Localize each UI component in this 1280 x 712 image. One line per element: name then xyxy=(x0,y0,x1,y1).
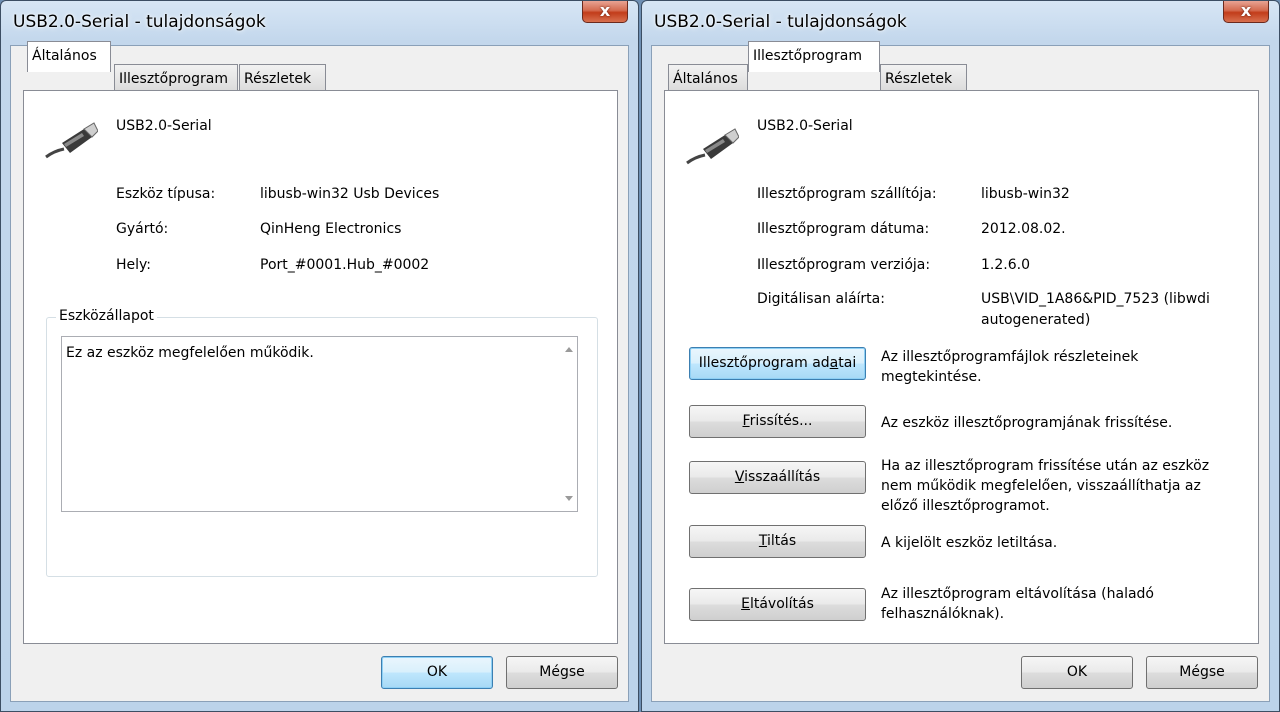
desc-line: nem működik megfelelően, visszaállíthatj… xyxy=(881,478,1201,494)
prop-label-provider: Illesztőprogram szállítója: xyxy=(757,186,937,202)
tab-details[interactable]: Részletek xyxy=(239,64,326,90)
close-button[interactable]: x xyxy=(582,1,628,23)
tab-panel: USB2.0-Serial Illesztőprogram szállítója… xyxy=(664,90,1259,644)
scroll-down-arrow-icon[interactable] xyxy=(565,496,573,501)
close-button[interactable]: x xyxy=(1223,1,1269,23)
left-properties-window: USB2.0-Serial - tulajdonságok x Általáno… xyxy=(0,0,639,712)
scroll-up-arrow-icon[interactable] xyxy=(565,347,573,352)
dialog-client: Általános Illesztőprogram Részletek USB2… xyxy=(10,41,629,702)
button-label: rissítés... xyxy=(749,413,813,429)
roll-back-driver-desc: Ha az illesztőprogram frissítése után az… xyxy=(881,456,1209,516)
title-bar[interactable]: USB2.0-Serial - tulajdonságok x xyxy=(642,1,1279,45)
tab-driver[interactable]: Illesztőprogram xyxy=(748,41,880,72)
update-driver-button[interactable]: Frissítés... xyxy=(689,405,866,438)
button-label: ltávolítás xyxy=(749,596,814,612)
button-accel: F xyxy=(742,413,750,429)
disable-device-button[interactable]: Tiltás xyxy=(689,525,866,558)
status-textbox[interactable]: Ez az eszköz megfelelően működik. xyxy=(61,336,578,512)
desc-line: felhasználóknak). xyxy=(881,606,1005,622)
desc-line: Ha az illesztőprogram frissítése után az… xyxy=(881,458,1210,474)
prop-label-type: Eszköz típusa: xyxy=(116,186,216,202)
desc-line: A kijelölt eszköz letiltása. xyxy=(881,535,1058,551)
group-label: Eszközállapot xyxy=(56,308,157,324)
close-icon: x xyxy=(1240,1,1252,20)
prop-label-manufacturer: Gyártó: xyxy=(116,221,169,237)
button-label: isszaállítás xyxy=(744,469,821,485)
prop-label-date: Illesztőprogram dátuma: xyxy=(757,221,930,237)
ok-button[interactable]: OK xyxy=(381,656,493,689)
window-title: USB2.0-Serial - tulajdonságok xyxy=(13,12,266,32)
usb-cable-icon xyxy=(686,128,739,165)
update-driver-desc: Az eszköz illesztőprogramjának frissítés… xyxy=(881,413,1172,433)
prop-value-type: libusb-win32 Usb Devices xyxy=(260,186,440,202)
prop-value-version: 1.2.6.0 xyxy=(981,257,1030,273)
roll-back-driver-button[interactable]: Visszaállítás xyxy=(689,461,866,494)
prop-value-provider: libusb-win32 xyxy=(981,186,1070,202)
prop-value-signer-line2: autogenerated) xyxy=(981,312,1091,328)
desc-line: Az illesztőprogram eltávolítása (haladó xyxy=(881,586,1154,602)
button-label: iltás xyxy=(766,533,797,549)
prop-value-location: Port_#0001.Hub_#0002 xyxy=(260,257,430,273)
desc-line: Az illesztőprogramfájlok részleteinek xyxy=(881,349,1139,365)
uninstall-driver-button[interactable]: Eltávolítás xyxy=(689,588,866,621)
tab-general[interactable]: Általános xyxy=(668,64,748,90)
ok-button[interactable]: OK xyxy=(1021,656,1133,689)
tab-details[interactable]: Részletek xyxy=(880,64,967,90)
driver-details-desc: Az illesztőprogramfájlok részleteinek meg… xyxy=(881,347,1138,387)
tab-general[interactable]: Általános xyxy=(27,41,111,72)
window-title: USB2.0-Serial - tulajdonságok xyxy=(654,12,907,32)
prop-value-signer: USB\VID_1A86&PID_7523 (libwdi xyxy=(981,291,1210,307)
desc-line: előző illesztőprogramot. xyxy=(881,498,1050,514)
prop-label-location: Hely: xyxy=(116,257,152,273)
device-name: USB2.0-Serial xyxy=(116,118,212,134)
device-status-group: Eszközállapot Ez az eszköz megfelelően m… xyxy=(46,308,598,577)
prop-label-version: Illesztőprogram verziója: xyxy=(757,257,931,273)
uninstall-driver-desc: Az illesztőprogram eltávolítása (haladó f… xyxy=(881,584,1154,624)
desc-line: megtekintése. xyxy=(881,369,982,385)
status-text: Ez az eszköz megfelelően működik. xyxy=(66,345,314,361)
tab-panel: USB2.0-Serial Eszköz típusa: libusb-win3… xyxy=(23,90,618,644)
prop-label-signer: Digitálisan aláírta: xyxy=(757,291,885,307)
cancel-button[interactable]: Mégse xyxy=(1146,656,1258,689)
dialog-client: Általános Illesztőprogram Részletek USB2… xyxy=(651,41,1270,702)
usb-cable-icon xyxy=(45,122,98,159)
button-accel: V xyxy=(734,469,745,485)
prop-value-date: 2012.08.02. xyxy=(981,221,1066,237)
tab-driver[interactable]: Illesztőprogram xyxy=(114,64,238,90)
button-accel: a xyxy=(829,355,839,371)
button-label: tai xyxy=(838,355,857,371)
button-label: Illesztőprogram ad xyxy=(698,355,830,371)
disable-device-desc: A kijelölt eszköz letiltása. xyxy=(881,533,1057,553)
right-properties-window: USB2.0-Serial - tulajdonságok x Általáno… xyxy=(641,0,1280,712)
button-accel: E xyxy=(741,596,750,612)
prop-value-manufacturer: QinHeng Electronics xyxy=(260,221,402,237)
device-name: USB2.0-Serial xyxy=(757,118,853,134)
driver-details-button[interactable]: Illesztőprogram adatai xyxy=(689,347,866,380)
title-bar[interactable]: USB2.0-Serial - tulajdonságok x xyxy=(1,1,638,45)
desc-line: Az eszköz illesztőprogramjának frissítés… xyxy=(881,415,1173,431)
button-accel: T xyxy=(758,533,767,549)
close-icon: x xyxy=(599,1,611,20)
cancel-button[interactable]: Mégse xyxy=(506,656,618,689)
